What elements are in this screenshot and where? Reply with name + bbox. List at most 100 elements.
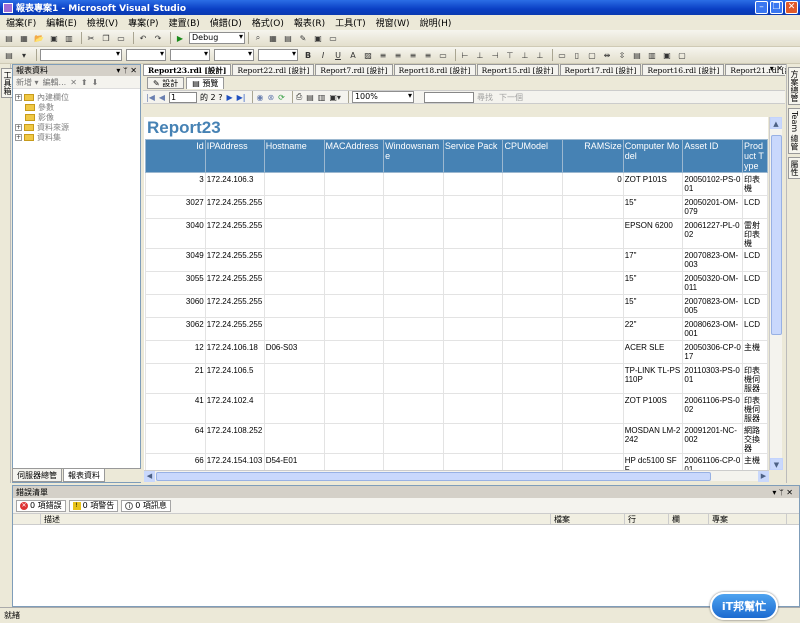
move-up-icon[interactable]: ⬆ [81, 78, 88, 87]
zoom-select[interactable]: 100% [351, 91, 414, 103]
justify-icon[interactable]: ≡ [422, 50, 434, 61]
page-number-input[interactable]: 1 [169, 91, 198, 103]
center-h-icon[interactable]: ▤ [631, 50, 643, 61]
align-tops-icon[interactable]: ⊤ [504, 50, 516, 61]
align-lefts-icon[interactable]: ⊢ [459, 50, 471, 61]
export-icon[interactable]: ▣▾ [329, 93, 341, 102]
find-input[interactable] [423, 91, 474, 103]
send-back-icon[interactable]: ▢ [676, 50, 688, 61]
find-next-button[interactable]: 下一個 [499, 92, 523, 103]
back-icon[interactable]: ◉ [256, 93, 263, 102]
menu-edit[interactable]: 編輯(E) [46, 16, 77, 29]
minimize-button[interactable]: – [755, 1, 768, 14]
align-bottoms-icon[interactable]: ⊥ [534, 50, 546, 61]
same-size-icon[interactable]: ▢ [586, 50, 598, 61]
close-icon[interactable]: ✕ [130, 66, 137, 75]
same-height-icon[interactable]: ▯ [571, 50, 583, 61]
menu-window[interactable]: 視窗(W) [376, 16, 410, 29]
align-left-icon[interactable]: ≡ [377, 50, 389, 61]
team-explorer-tab[interactable]: Team 總管 [788, 108, 800, 154]
solution-explorer-tab[interactable]: 方案總管 [788, 67, 800, 105]
doc-tab-report18[interactable]: Report18.rdl [設計] [393, 64, 476, 75]
menu-project[interactable]: 專案(P) [128, 16, 158, 29]
menu-report[interactable]: 報表(R) [294, 16, 325, 29]
size-select[interactable] [170, 49, 210, 61]
tree-node-data-sources[interactable]: + 資料來源 [15, 122, 138, 132]
tab-design[interactable]: ✎ 設計 [147, 77, 185, 89]
last-page-icon[interactable]: ▶| [237, 93, 246, 102]
pin-icon[interactable]: ᛘ [123, 66, 128, 75]
menu-debug[interactable]: 偵錯(D) [210, 16, 242, 29]
italic-icon[interactable]: I [317, 50, 329, 61]
solution-config-select[interactable]: Debug [189, 32, 245, 44]
hscroll-thumb[interactable] [156, 472, 711, 481]
tab-preview[interactable]: ▤ 預覽 [186, 77, 225, 89]
tab-server-explorer[interactable]: 伺服器總管 [12, 469, 62, 482]
same-width-icon[interactable]: ▭ [556, 50, 568, 61]
menu-format[interactable]: 格式(O) [252, 16, 284, 29]
expand-icon[interactable]: + [15, 133, 22, 141]
doc-tab-report17[interactable]: Report17.rdl [設計] [559, 64, 642, 75]
bold-icon[interactable]: B [302, 50, 314, 61]
align-right-icon[interactable]: ≡ [407, 50, 419, 61]
menu-view[interactable]: 檢視(V) [87, 16, 118, 29]
doc-tab-report22[interactable]: Report22.rdl [設計] [232, 64, 315, 75]
save-all-icon[interactable]: ▥ [63, 33, 75, 44]
open-icon[interactable]: 📂 [33, 33, 45, 44]
copy-icon[interactable]: ❐ [100, 33, 112, 44]
edit-link[interactable]: 編輯... [43, 77, 67, 88]
tree-node-datasets[interactable]: + 資料集 [15, 132, 138, 142]
add-item-icon[interactable]: ▦ [18, 33, 30, 44]
column-column[interactable]: 欄 [669, 514, 709, 524]
undo-icon[interactable]: ↶ [137, 33, 149, 44]
scroll-down-icon[interactable]: ▼ [770, 458, 783, 470]
prev-page-icon[interactable]: ◀ [159, 93, 165, 102]
font-select[interactable] [126, 49, 166, 61]
next-page-icon[interactable]: ▶ [226, 93, 232, 102]
warnings-filter-button[interactable]: ! 0 項警告 [68, 499, 119, 512]
new-project-icon[interactable]: ▤ [3, 33, 15, 44]
tab-report-data[interactable]: 報表資料 [63, 469, 105, 482]
doc-tab-report16[interactable]: Report16.rdl [設計] [642, 64, 725, 75]
menu-build[interactable]: 建置(B) [169, 16, 200, 29]
redo-icon[interactable]: ↷ [152, 33, 164, 44]
menu-file[interactable]: 檔案(F) [6, 16, 36, 29]
errors-filter-button[interactable]: ✕ 0 項錯誤 [16, 499, 66, 512]
tree-node-builtin-fields[interactable]: + 內建欄位 [15, 92, 138, 102]
underline-icon[interactable]: U [332, 50, 344, 61]
bring-front-icon[interactable]: ▣ [661, 50, 673, 61]
solution-explorer-icon[interactable]: ▦ [267, 33, 279, 44]
scroll-up-icon[interactable]: ▲ [770, 117, 782, 129]
scroll-thumb[interactable] [771, 135, 782, 335]
column-description[interactable]: 描述 [41, 514, 551, 524]
cut-icon[interactable]: ✂ [85, 33, 97, 44]
tree-node-images[interactable]: 影像 [15, 112, 138, 122]
stop-icon[interactable]: ⊗ [267, 93, 274, 102]
start-page-icon[interactable]: ▭ [327, 33, 339, 44]
menu-tools[interactable]: 工具(T) [335, 16, 366, 29]
start-debug-icon[interactable]: ▶ [174, 33, 186, 44]
dropdown-icon[interactable]: ▾ [772, 488, 776, 497]
column-file[interactable]: 檔案 [551, 514, 625, 524]
h-spacing-icon[interactable]: ⇹ [601, 50, 613, 61]
doc-tab-report15[interactable]: Report15.rdl [設計] [476, 64, 559, 75]
tree-node-parameters[interactable]: 參數 [15, 102, 138, 112]
print-layout-icon[interactable]: ▤ [306, 93, 314, 102]
messages-filter-button[interactable]: i 0 項訊息 [121, 499, 171, 512]
paste-icon[interactable]: ▭ [115, 33, 127, 44]
family-select[interactable] [258, 49, 298, 61]
expand-icon[interactable]: + [15, 93, 22, 101]
object-browser-icon[interactable]: ▣ [312, 33, 324, 44]
center-v-icon[interactable]: ▥ [646, 50, 658, 61]
horizontal-scrollbar[interactable]: ◀ ▶ [144, 470, 769, 482]
save-icon[interactable]: ▣ [48, 33, 60, 44]
menu-help[interactable]: 說明(H) [420, 16, 452, 29]
doc-tab-report23[interactable]: Report23.rdl [設計] [143, 64, 232, 75]
column-line[interactable]: 行 [625, 514, 669, 524]
dropdown-icon[interactable]: ▾ [116, 66, 120, 75]
move-down-icon[interactable]: ⬇ [92, 78, 99, 87]
layout-icon[interactable]: ▤ [3, 50, 15, 61]
column-project[interactable]: 專案 [709, 514, 787, 524]
page-setup-icon[interactable]: ▥ [318, 93, 326, 102]
weight-select[interactable] [214, 49, 254, 61]
